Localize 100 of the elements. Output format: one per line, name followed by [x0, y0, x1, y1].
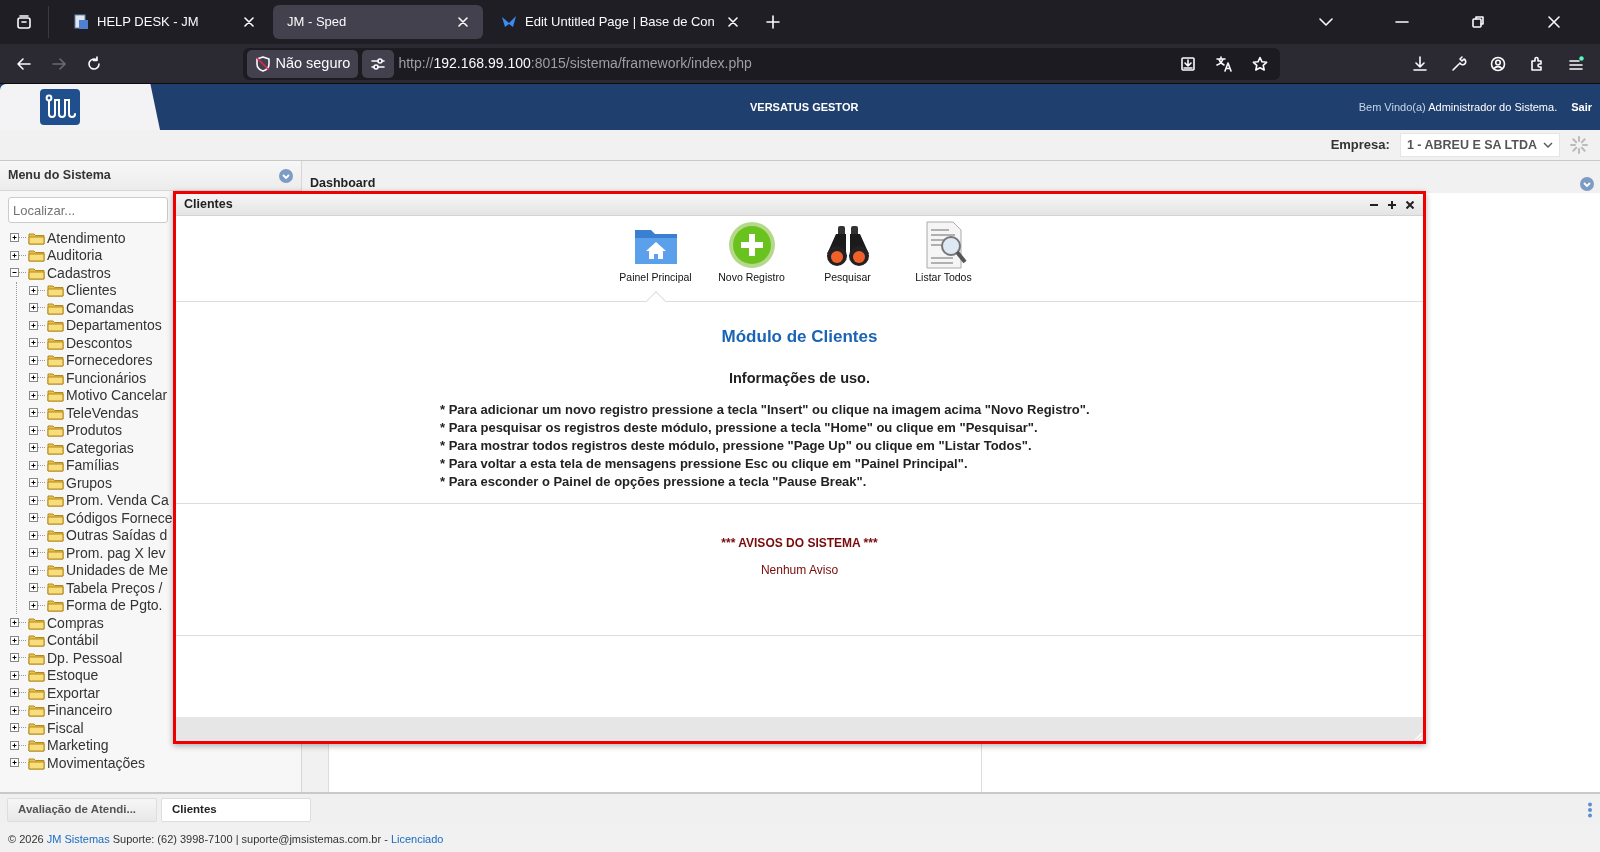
browser-tab[interactable]: HELP DESK - JM — [59, 5, 269, 39]
folder-icon — [47, 528, 64, 543]
expand-icon[interactable] — [29, 477, 45, 489]
folder-icon — [47, 598, 64, 613]
expand-icon[interactable] — [10, 739, 26, 751]
expand-icon[interactable] — [10, 249, 26, 261]
expand-icon[interactable] — [29, 407, 45, 419]
tree-item[interactable]: Produtos — [66, 422, 123, 439]
expand-icon[interactable] — [29, 389, 45, 401]
security-chip[interactable]: Não seguro — [247, 49, 359, 78]
tree-item[interactable]: Unidades de Me — [66, 562, 168, 579]
expand-icon[interactable] — [29, 494, 45, 506]
expand-icon[interactable] — [29, 512, 45, 524]
expand-icon[interactable] — [29, 372, 45, 384]
expand-icon[interactable] — [10, 232, 26, 244]
folder-icon — [47, 300, 64, 315]
expand-icon[interactable] — [29, 599, 45, 611]
tree-item[interactable]: Códigos Fornece — [66, 509, 173, 526]
toolbar-button[interactable]: Listar Todos — [906, 216, 981, 301]
star-icon — [1252, 55, 1269, 72]
expand-icon[interactable] — [29, 459, 45, 471]
url-text[interactable]: http://192.168.99.100:8015/sistema/framework/index.php — [398, 53, 1169, 74]
taskbar-tab[interactable]: Avaliação de Atendi... — [7, 797, 157, 822]
close-icon — [244, 17, 254, 27]
reload-icon — [85, 55, 102, 72]
welcome-text: Bem Vindo(a) Administrador do Sistema. — [1358, 99, 1558, 115]
tree-item[interactable]: Cadastros — [47, 264, 111, 281]
company-link[interactable]: JM Sistemas — [46, 833, 110, 845]
tree-item[interactable]: Atendimento — [47, 229, 126, 246]
expand-icon[interactable] — [10, 704, 26, 716]
tree-item[interactable]: Departamentos — [66, 317, 162, 334]
expand-icon[interactable] — [29, 442, 45, 454]
tree-item[interactable]: Prom. pag X lev — [66, 544, 166, 561]
folder-icon — [47, 475, 64, 490]
tree-item[interactable]: Contábil — [47, 632, 99, 649]
expand-icon[interactable] — [29, 284, 45, 296]
tree-item[interactable]: Clientes — [66, 282, 117, 299]
profile-icon — [1490, 55, 1507, 72]
tree-item[interactable]: Tabela Preços / — [66, 579, 163, 596]
panel-title: Dashboard — [310, 175, 376, 193]
tree-item[interactable]: Categorias — [66, 439, 134, 456]
close-icon — [458, 17, 468, 27]
toolbar-button[interactable]: Novo Registro — [714, 216, 789, 301]
tree-item[interactable]: Estoque — [47, 667, 99, 684]
expand-icon[interactable] — [29, 302, 45, 314]
expand-icon[interactable] — [29, 564, 45, 576]
expand-icon[interactable] — [29, 529, 45, 541]
expand-icon[interactable] — [10, 634, 26, 646]
collapse-panel-icon[interactable] — [279, 168, 293, 183]
folder-icon — [28, 265, 45, 280]
license-link[interactable]: Licenciado — [390, 833, 444, 845]
tree-item[interactable]: Forma de Pgto. — [66, 597, 163, 614]
expand-icon[interactable] — [29, 547, 45, 559]
expand-icon[interactable] — [29, 337, 45, 349]
browser-tab[interactable]: Edit Untitled Page | Base de Con — [487, 5, 753, 39]
folder-icon — [47, 580, 64, 595]
folder-icon — [28, 668, 45, 683]
expand-icon[interactable] — [10, 757, 26, 769]
tree-item[interactable]: Compras — [47, 614, 104, 631]
tree-item[interactable]: Dp. Pessoal — [47, 649, 123, 666]
tree-item[interactable]: Marketing — [47, 737, 109, 754]
wrench-icon — [1450, 55, 1467, 72]
company-select[interactable]: 1 - ABREU E SA LTDA — [1399, 133, 1560, 157]
expand-icon[interactable] — [10, 652, 26, 664]
toolbar-button[interactable]: Pesquisar — [810, 216, 885, 301]
expand-icon[interactable] — [29, 424, 45, 436]
expand-icon[interactable] — [29, 319, 45, 331]
tree-item[interactable]: Comandas — [66, 299, 134, 316]
usage-subheading: Informações de uso. — [728, 368, 871, 388]
resize-grip-icon[interactable] — [1413, 731, 1423, 741]
app-title: VERSATUS GESTOR — [750, 99, 860, 115]
expand-icon[interactable] — [29, 354, 45, 366]
expand-icon[interactable] — [10, 617, 26, 629]
tree-item[interactable]: Prom. Venda Ca — [66, 492, 169, 509]
tree-item[interactable]: Exportar — [47, 684, 100, 701]
tree-item[interactable]: Outras Saídas d — [66, 527, 168, 544]
tree-item[interactable]: Descontos — [66, 334, 133, 351]
tree-item[interactable]: Fiscal — [47, 719, 84, 736]
collapse-panel-icon[interactable] — [1580, 177, 1594, 191]
collapse-icon[interactable] — [10, 267, 26, 279]
toolbar-button[interactable]: Painel Principal — [618, 216, 693, 301]
tree-item[interactable]: Financeiro — [47, 702, 113, 719]
tree-item[interactable]: Famílias — [66, 457, 119, 474]
logout-link[interactable]: Sair — [1571, 98, 1592, 116]
site-settings-button[interactable] — [362, 49, 395, 78]
tree-item[interactable]: Funcionários — [66, 369, 147, 386]
more-options-icon[interactable] — [1587, 801, 1593, 818]
browser-tab[interactable]: JM - Sped — [273, 5, 483, 39]
tree-item[interactable]: Grupos — [66, 474, 112, 491]
search-field[interactable]: Localizar... — [8, 197, 168, 223]
expand-icon[interactable] — [10, 687, 26, 699]
taskbar-tab[interactable]: Clientes — [161, 797, 311, 822]
tree-item[interactable]: Auditoria — [47, 247, 103, 264]
expand-icon[interactable] — [29, 582, 45, 594]
expand-icon[interactable] — [10, 722, 26, 734]
tree-item[interactable]: Motivo Cancelar — [66, 387, 168, 404]
tree-item[interactable]: Fornecedores — [66, 352, 153, 369]
expand-icon[interactable] — [10, 669, 26, 681]
tree-item[interactable]: Movimentações — [47, 754, 146, 771]
tree-item[interactable]: TeleVendas — [66, 404, 139, 421]
